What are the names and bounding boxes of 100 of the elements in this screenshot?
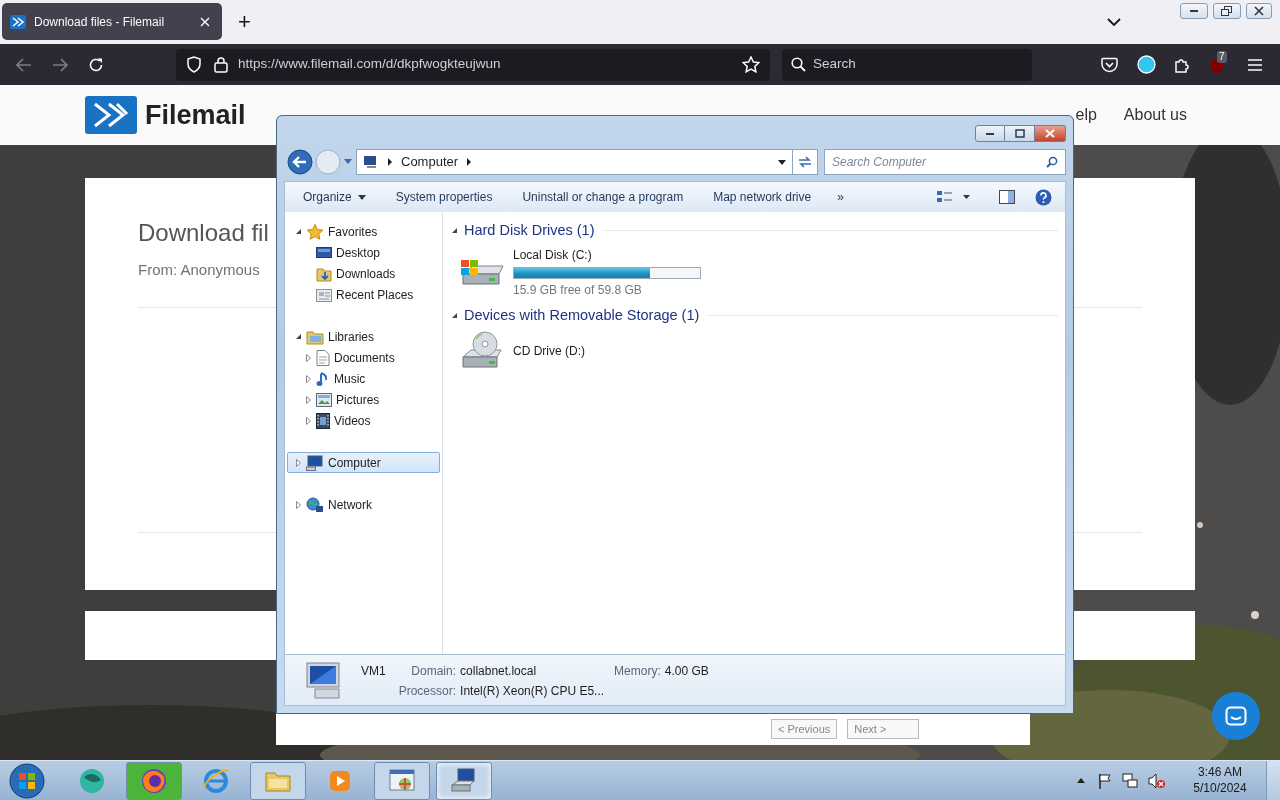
drive-name[interactable]: Local Disk (C:)	[513, 245, 701, 264]
chat-icon	[1225, 706, 1247, 726]
free-space-text: 15.9 GB free of 59.8 GB	[513, 281, 643, 299]
collapsed-arrow-icon[interactable]	[305, 395, 312, 404]
tree-item[interactable]: Pictures	[287, 389, 440, 410]
tree-item[interactable]: Videos	[287, 410, 440, 431]
collapsed-arrow-icon[interactable]	[305, 416, 312, 425]
e-globe-icon	[202, 766, 230, 795]
more-button[interactable]: »	[837, 188, 844, 206]
tree-item[interactable]: Music	[287, 368, 440, 389]
download-folder-icon	[316, 265, 332, 282]
preview-pane-icon[interactable]	[999, 190, 1015, 204]
clock-date[interactable]: 5/10/2024	[1180, 780, 1260, 797]
notification-badge: 7	[1217, 50, 1227, 63]
shield-icon[interactable]	[186, 56, 202, 73]
film-icon	[316, 412, 330, 429]
group-header[interactable]: Devices with Removable Storage (1)	[464, 304, 700, 327]
caret-icon[interactable]	[344, 159, 352, 165]
taskbar-button[interactable]	[250, 761, 306, 800]
tree-item[interactable]: Libraries	[287, 326, 440, 347]
chevron-right-icon[interactable]	[466, 158, 473, 166]
refresh-button[interactable]	[793, 149, 818, 175]
menu-icon[interactable]	[1247, 57, 1263, 72]
sphere-icon	[78, 766, 106, 795]
chevron-right-icon	[387, 158, 393, 166]
network-icon[interactable]	[1122, 772, 1138, 789]
toolbar-button[interactable]: Uninstall or change a program	[507, 188, 699, 206]
back-arrow-button[interactable]	[287, 149, 313, 175]
search-field[interactable]: Search	[782, 48, 1032, 81]
star-icon[interactable]	[742, 56, 760, 73]
restore-icon	[1221, 6, 1233, 16]
fox-globe-icon	[140, 766, 168, 795]
expanded-arrow-icon[interactable]	[451, 227, 458, 235]
breadcrumb-item[interactable]: Computer	[401, 152, 459, 172]
expanded-arrow-icon[interactable]	[451, 312, 458, 320]
collapsed-arrow-icon[interactable]	[295, 458, 302, 467]
view-options-icon[interactable]	[937, 190, 971, 204]
chevron-down-icon[interactable]	[1107, 17, 1121, 27]
pocket-icon[interactable]	[1101, 56, 1118, 73]
tree-item[interactable]: Recent Places	[287, 284, 440, 305]
browser-tab[interactable]: Download files - Filemail	[2, 3, 222, 40]
new-tab-button[interactable]: +	[238, 11, 251, 33]
close-button[interactable]	[1035, 125, 1066, 142]
tree-item[interactable]: Desktop	[287, 242, 440, 263]
image-icon	[316, 392, 332, 407]
close-button[interactable]	[1246, 3, 1272, 19]
muted-speaker-icon[interactable]	[1148, 772, 1166, 789]
maximize-icon	[1014, 129, 1025, 138]
search-icon	[791, 57, 806, 72]
puzzle-icon[interactable]	[1174, 56, 1191, 73]
refresh-icon	[798, 156, 812, 168]
account-icon[interactable]	[1137, 55, 1156, 74]
taskbar-button[interactable]	[436, 761, 492, 800]
lock-icon[interactable]	[214, 56, 228, 73]
nav-link[interactable]: elp	[1075, 103, 1097, 127]
toolbar-button[interactable]: System properties	[380, 188, 508, 206]
tree-item[interactable]: Favorites	[287, 221, 440, 242]
back-icon[interactable]	[16, 57, 32, 72]
close-icon	[1045, 129, 1055, 138]
drive-name[interactable]: CD Drive (D:)	[513, 341, 585, 360]
group-header[interactable]: Hard Disk Drives (1)	[464, 220, 595, 242]
field-label: Memory:	[614, 663, 661, 680]
nav-link[interactable]: About us	[1123, 103, 1187, 127]
computer-drive-icon	[450, 766, 478, 795]
start-button[interactable]	[8, 761, 46, 800]
computer-icon	[363, 155, 379, 169]
forward-icon[interactable]	[52, 57, 68, 72]
reload-icon[interactable]	[88, 56, 104, 73]
help-icon[interactable]	[1035, 188, 1052, 206]
address-bar[interactable]: https://www.filemail.com/d/dkpfwogkteujwun	[176, 48, 770, 81]
previous-button[interactable]: < Previous	[771, 718, 838, 740]
address-field[interactable]: Computer	[356, 149, 793, 175]
next-button[interactable]: Next >	[847, 718, 920, 740]
monitor-icon	[316, 245, 332, 260]
search-field[interactable]: Search Computer	[824, 149, 1066, 175]
computer-icon	[306, 454, 324, 471]
flag-icon[interactable]	[1098, 772, 1112, 789]
tray-expand-icon[interactable]	[1077, 778, 1085, 783]
toolbar-button[interactable]: Organize	[288, 188, 381, 206]
tree-item[interactable]: Computer	[287, 452, 440, 473]
taskbar-button[interactable]	[374, 761, 430, 800]
minimize-button[interactable]	[975, 125, 1005, 142]
collapsed-arrow-icon[interactable]	[305, 374, 312, 383]
collapsed-arrow-icon[interactable]	[305, 353, 312, 362]
expanded-arrow-icon[interactable]	[295, 228, 302, 235]
expanded-arrow-icon[interactable]	[295, 333, 302, 340]
computer-name: VM1	[361, 663, 386, 680]
library-folder-icon	[306, 328, 324, 345]
dropdown-caret-icon[interactable]	[778, 159, 786, 165]
tree-item[interactable]: Documents	[287, 347, 440, 368]
maximize-button[interactable]	[1005, 125, 1035, 142]
collapsed-arrow-icon[interactable]	[295, 500, 302, 509]
clock-time[interactable]: 3:46 AM	[1180, 764, 1260, 781]
tree-item[interactable]: Downloads	[287, 263, 440, 284]
tree-item[interactable]: Network	[287, 494, 440, 515]
taskbar-button[interactable]	[126, 761, 182, 800]
toolbar-button[interactable]: Map network drive	[698, 188, 827, 206]
restore-button[interactable]	[1213, 3, 1241, 19]
minimize-button[interactable]	[1180, 3, 1208, 19]
close-icon[interactable]	[200, 16, 210, 27]
